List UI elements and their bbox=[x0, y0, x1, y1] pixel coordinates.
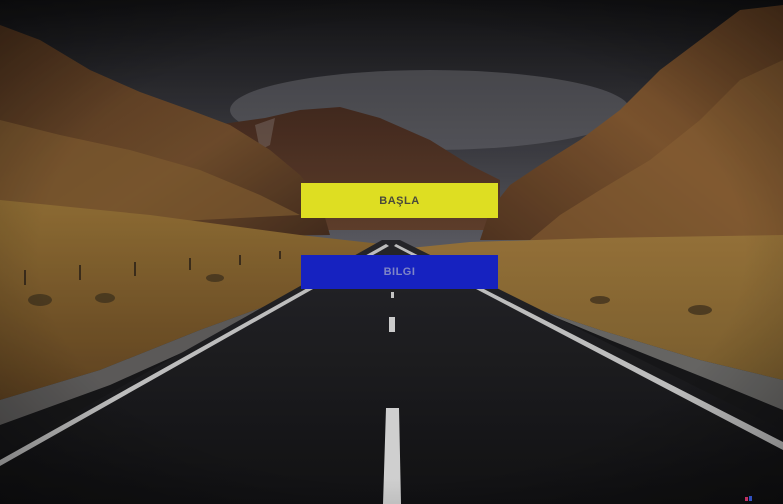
mountain-road-background bbox=[0, 0, 783, 504]
main-menu-screen: BAŞLA BILGI bbox=[0, 0, 783, 504]
start-button[interactable]: BAŞLA bbox=[301, 183, 498, 218]
watermark-icon bbox=[745, 496, 752, 501]
info-button[interactable]: BILGI bbox=[301, 255, 498, 289]
